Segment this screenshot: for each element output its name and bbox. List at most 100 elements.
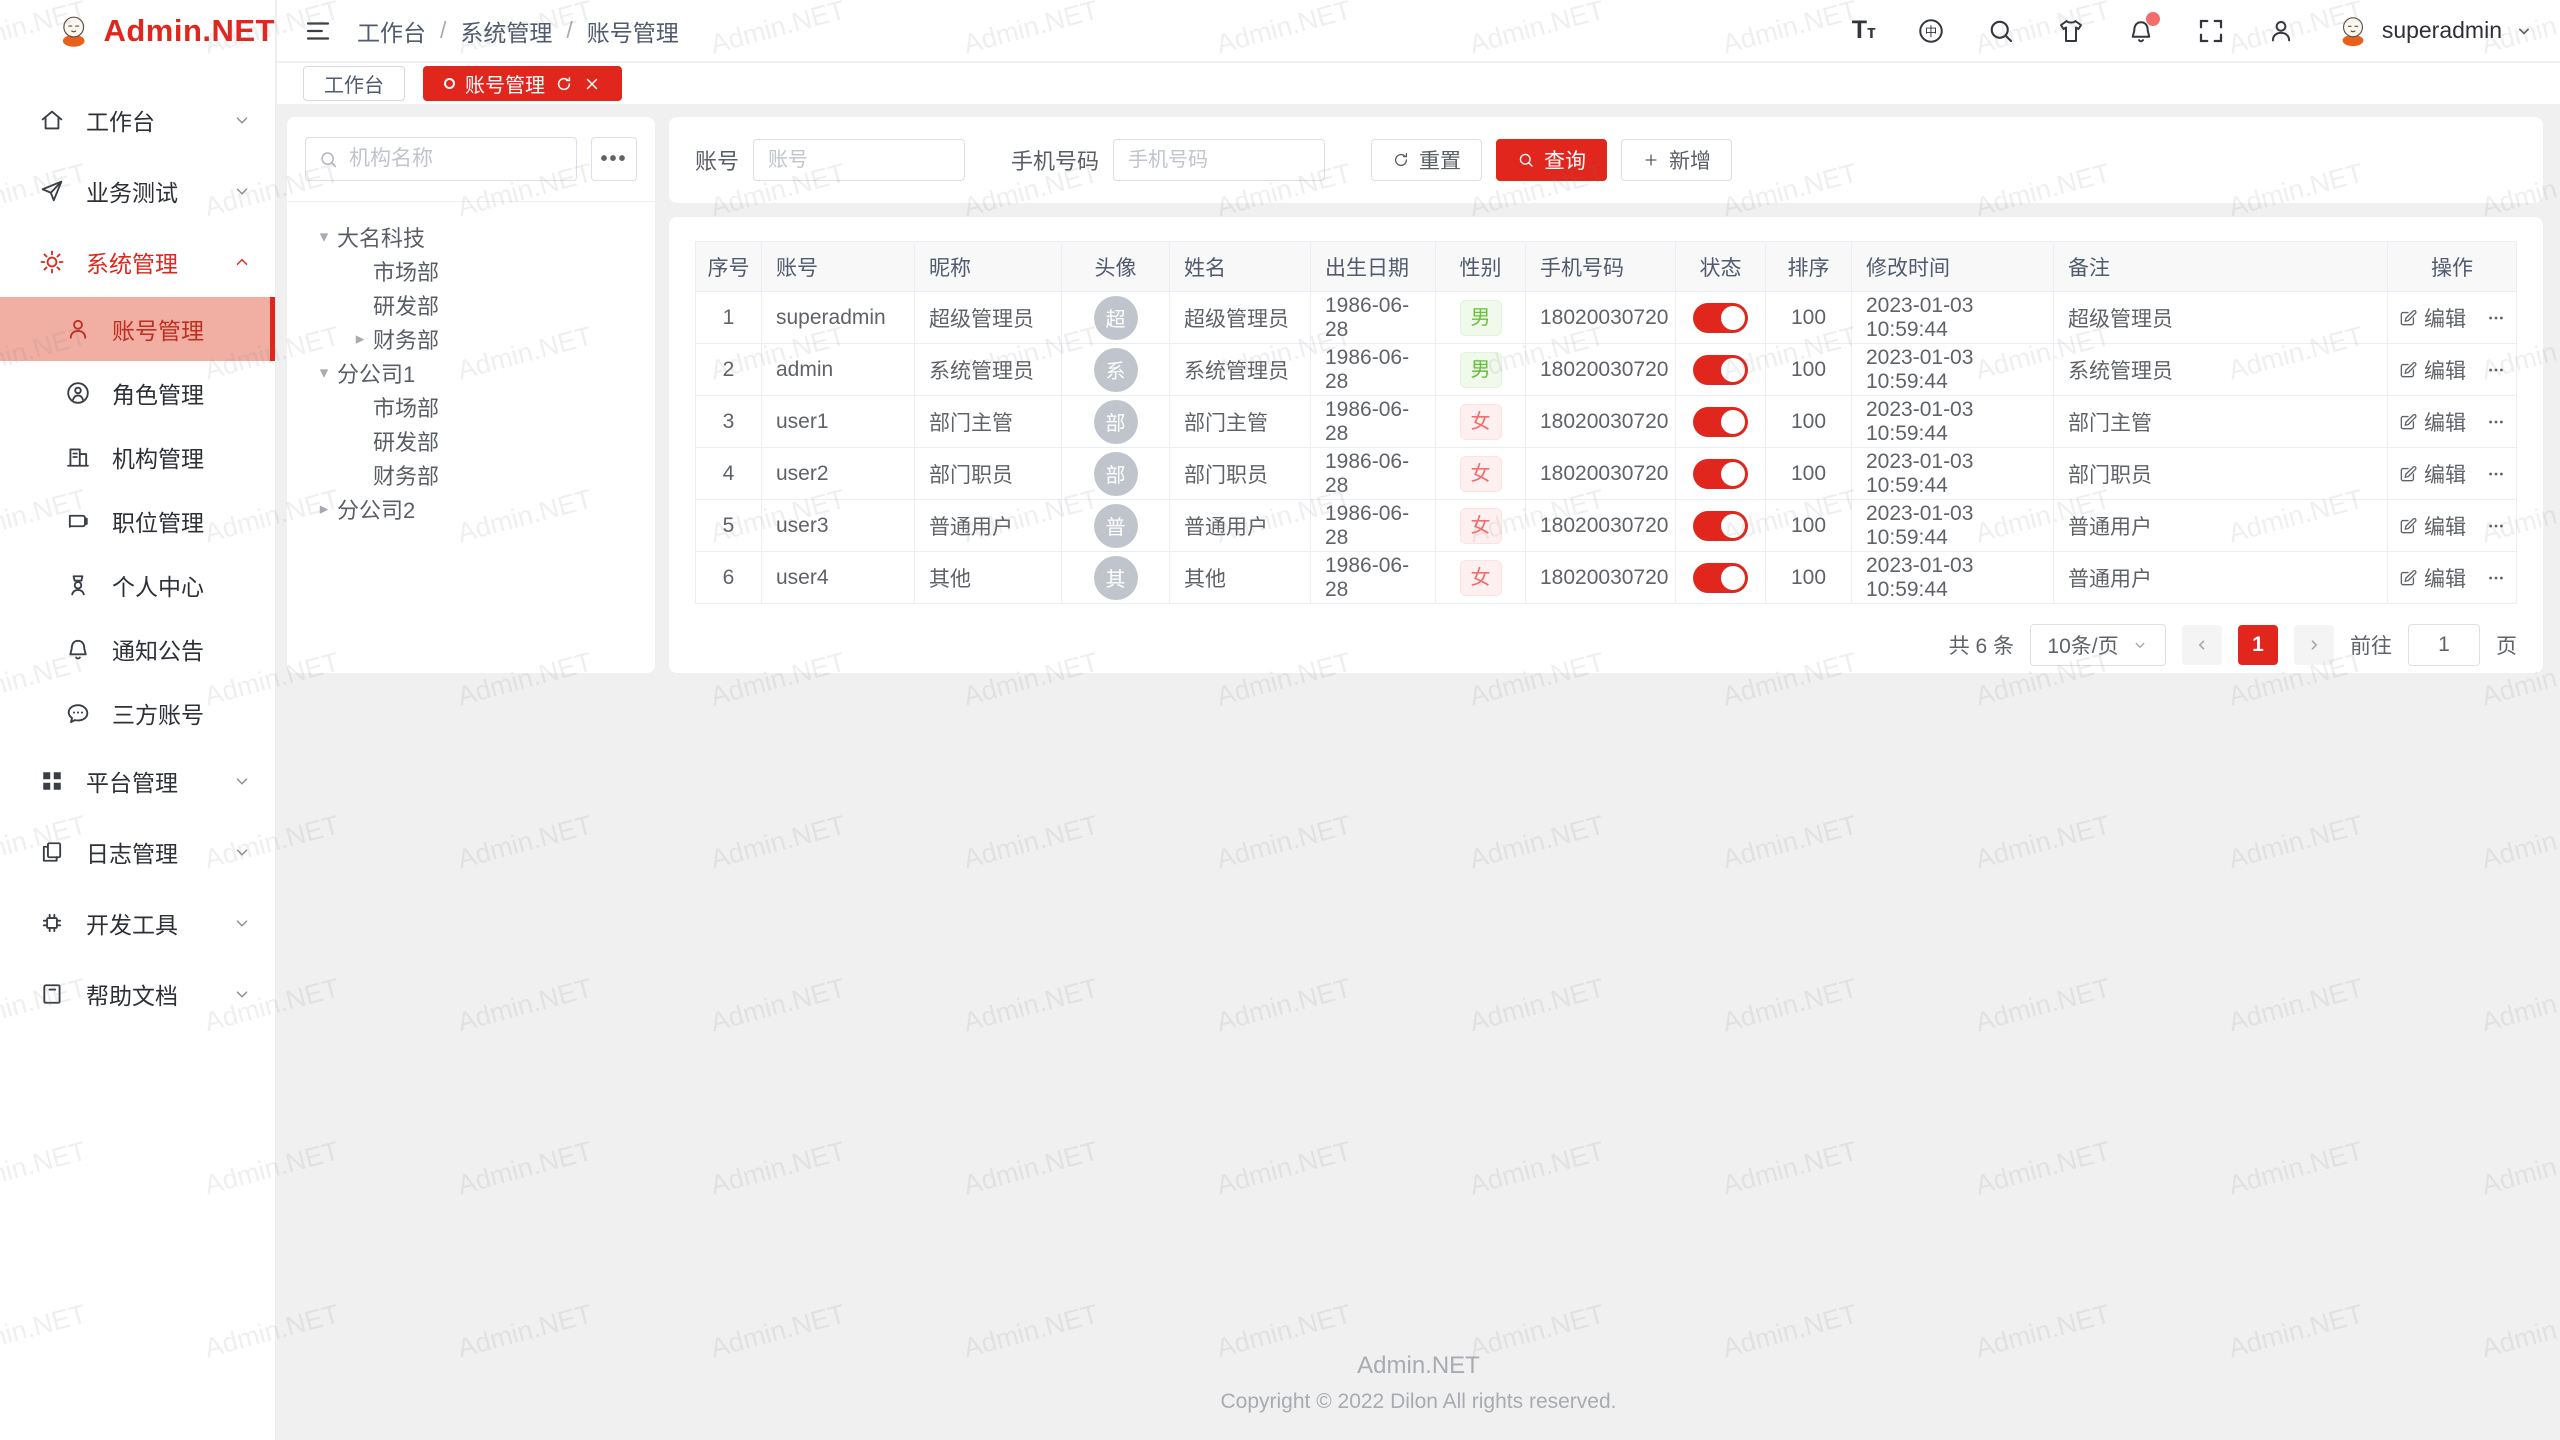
person-icon[interactable] — [2266, 16, 2296, 46]
avatar: 其 — [1094, 556, 1138, 600]
sidebar-item-role[interactable]: 角色管理 — [0, 361, 275, 425]
row-more-button[interactable] — [2486, 516, 2506, 536]
row-more-button[interactable] — [2486, 412, 2506, 432]
refresh-icon — [1392, 151, 1410, 169]
cell-account: admin — [762, 344, 915, 396]
sidebar-item-third-account[interactable]: 三方账号 — [0, 681, 275, 745]
row-more-button[interactable] — [2486, 308, 2506, 328]
sidebar-item-platform[interactable]: 平台管理 — [0, 745, 275, 816]
row-more-button[interactable] — [2486, 360, 2506, 380]
notification-bell-icon[interactable] — [2126, 16, 2156, 46]
tree-right-arrow-icon[interactable]: ▸ — [347, 329, 373, 349]
breadcrumb-system[interactable]: 系统管理 — [460, 14, 552, 48]
edit-button[interactable]: 编辑 — [2398, 355, 2466, 385]
org-search-input[interactable] — [349, 147, 564, 171]
tree-node[interactable]: 财务部 — [297, 458, 645, 492]
watermark-text: Admin.NET — [1719, 810, 1860, 876]
sidebar-item-devtools[interactable]: 开发工具 — [0, 887, 275, 958]
account-input[interactable] — [753, 139, 965, 181]
status-toggle[interactable] — [1693, 459, 1748, 489]
watermark-text: Admin.NET — [2478, 973, 2560, 1039]
cell-index: 6 — [696, 552, 762, 604]
tab-account-management[interactable]: 账号管理 — [423, 66, 622, 101]
tree-down-arrow-icon[interactable]: ▾ — [311, 227, 337, 247]
sidebar-item-logs[interactable]: 日志管理 — [0, 816, 275, 887]
breadcrumb-account[interactable]: 账号管理 — [587, 14, 679, 48]
prev-page-button[interactable] — [2182, 625, 2222, 665]
sidebar-item-notice[interactable]: 通知公告 — [0, 617, 275, 681]
page-size-select[interactable]: 10条/页 — [2030, 624, 2166, 666]
cell-nickname: 超级管理员 — [915, 292, 1062, 344]
fullscreen-icon[interactable] — [2196, 16, 2226, 46]
status-toggle[interactable] — [1693, 355, 1748, 385]
sidebar-item-system-management[interactable]: 系统管理 — [0, 226, 275, 297]
search-icon[interactable] — [1986, 16, 2016, 46]
cell-birthdate: 1986-06-28 — [1311, 292, 1436, 344]
tree-node[interactable]: ▸分公司2 — [297, 492, 645, 526]
cell-gender: 女 — [1436, 396, 1526, 448]
chevron-up-icon — [231, 251, 253, 273]
sidebar-item-account[interactable]: 账号管理 — [0, 297, 275, 361]
sidebar-item-org[interactable]: 机构管理 — [0, 425, 275, 489]
theme-icon[interactable] — [2056, 16, 2086, 46]
org-more-button[interactable]: ••• — [591, 137, 637, 181]
edit-button[interactable]: 编辑 — [2398, 303, 2466, 333]
tree-node[interactable]: ▾分公司1 — [297, 356, 645, 390]
reset-button[interactable]: 重置 — [1371, 139, 1482, 181]
breadcrumb-workbench[interactable]: 工作台 — [357, 14, 426, 48]
gender-badge: 男 — [1460, 300, 1502, 336]
user-menu[interactable]: superadmin — [2336, 14, 2534, 48]
cell-birthdate: 1986-06-28 — [1311, 448, 1436, 500]
status-toggle[interactable] — [1693, 563, 1748, 593]
sidebar-item-position[interactable]: 职位管理 — [0, 489, 275, 553]
close-tab-icon[interactable] — [583, 75, 601, 93]
next-page-button[interactable] — [2294, 625, 2334, 665]
edit-button[interactable]: 编辑 — [2398, 563, 2466, 593]
cell-gender: 女 — [1436, 552, 1526, 604]
sidebar-item-label: 开发工具 — [86, 906, 178, 940]
tree-node[interactable]: 研发部 — [297, 424, 645, 458]
goto-page-input[interactable] — [2408, 624, 2480, 666]
edit-icon — [2398, 360, 2418, 380]
active-tab-dot-icon — [444, 78, 455, 89]
status-toggle[interactable] — [1693, 407, 1748, 437]
tree-node[interactable]: 市场部 — [297, 390, 645, 424]
status-toggle[interactable] — [1693, 511, 1748, 541]
cell-birthdate: 1986-06-28 — [1311, 500, 1436, 552]
collapse-menu-icon[interactable] — [303, 16, 333, 46]
chevron-down-icon — [231, 841, 253, 863]
sidebar-item-profile[interactable]: 个人中心 — [0, 553, 275, 617]
row-more-button[interactable] — [2486, 568, 2506, 588]
chevron-left-icon — [2193, 636, 2211, 654]
tree-down-arrow-icon[interactable]: ▾ — [311, 363, 337, 383]
tree-right-arrow-icon[interactable]: ▸ — [311, 499, 337, 519]
font-size-icon[interactable]: Tт — [1852, 15, 1876, 47]
add-button[interactable]: 新增 — [1621, 139, 1732, 181]
row-more-button[interactable] — [2486, 464, 2506, 484]
cell-remark: 部门主管 — [2054, 396, 2388, 448]
edit-icon — [2398, 464, 2418, 484]
cell-status — [1676, 448, 1766, 500]
current-page-button[interactable]: 1 — [2238, 625, 2278, 665]
tree-node[interactable]: ▸财务部 — [297, 322, 645, 356]
tree-node[interactable]: ▾大名科技 — [297, 220, 645, 254]
edit-button[interactable]: 编辑 — [2398, 511, 2466, 541]
query-button[interactable]: 查询 — [1496, 139, 1607, 181]
sidebar-item-workbench[interactable]: 工作台 — [0, 84, 275, 155]
avatar — [2336, 14, 2370, 48]
sidebar-item-help[interactable]: 帮助文档 — [0, 958, 275, 1029]
top-header: 工作台 / 系统管理 / 账号管理 Tт 中 — [277, 0, 2560, 62]
tree-node[interactable]: 研发部 — [297, 288, 645, 322]
tab-workbench[interactable]: 工作台 — [303, 66, 405, 101]
sidebar-item-business-test[interactable]: 业务测试 — [0, 155, 275, 226]
cell-phone: 18020030720 — [1526, 448, 1676, 500]
edit-button[interactable]: 编辑 — [2398, 459, 2466, 489]
status-toggle[interactable] — [1693, 303, 1748, 333]
watermark-text: Admin.NET — [960, 973, 1101, 1039]
refresh-tab-icon[interactable] — [555, 75, 573, 93]
phone-input[interactable] — [1113, 139, 1325, 181]
language-icon[interactable]: 中 — [1916, 16, 1946, 46]
chevron-down-icon — [231, 109, 253, 131]
tree-node[interactable]: 市场部 — [297, 254, 645, 288]
edit-button[interactable]: 编辑 — [2398, 407, 2466, 437]
